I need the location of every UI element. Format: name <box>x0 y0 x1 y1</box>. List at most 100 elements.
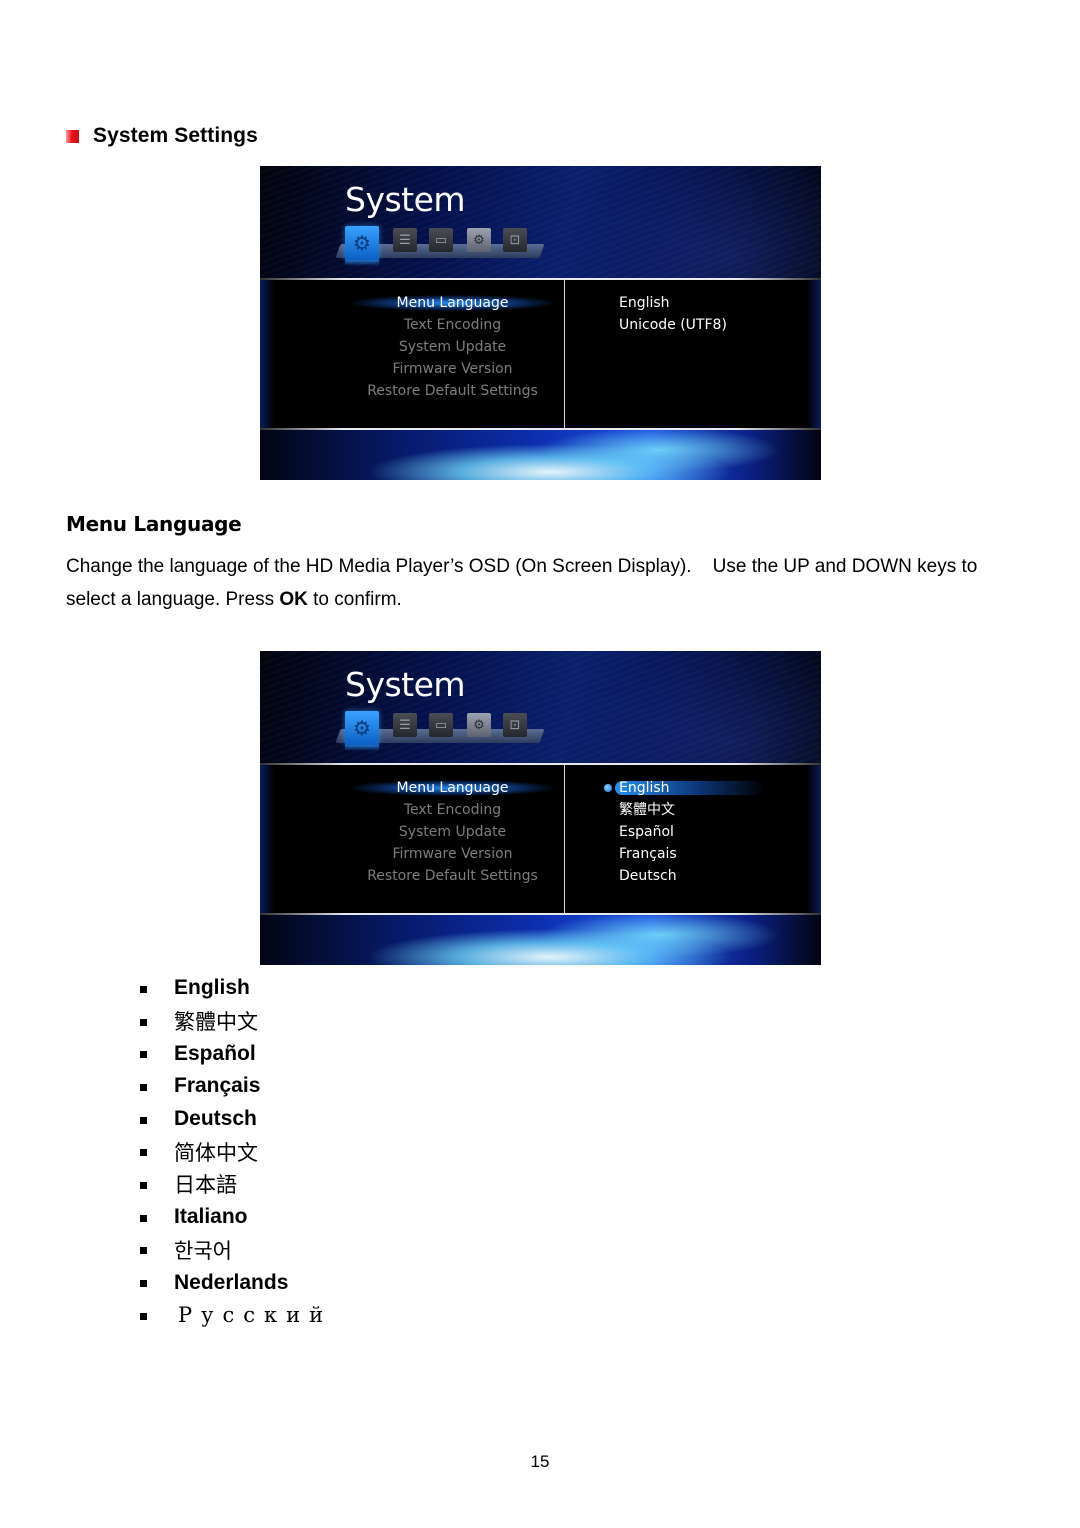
language-name: Nederlands <box>174 1270 289 1294</box>
menu-item-system-update[interactable]: System Update <box>320 336 585 358</box>
section-title: System Settings <box>93 124 258 147</box>
osd-screenshot-language-select: System ⚙ ☰ ▭ ⚙ ⊡ Menu Language Text Enco… <box>260 651 821 965</box>
edge-glow <box>807 765 821 913</box>
menu-item-label: Text Encoding <box>403 802 502 818</box>
osd-screenshot-system-settings: System ⚙ ☰ ▭ ⚙ ⊡ Menu Language Text Enco… <box>260 166 821 480</box>
list-item: Español <box>140 1037 332 1070</box>
tab-tv-icon[interactable]: ▭ <box>429 713 453 737</box>
list-item: Italiano <box>140 1201 332 1234</box>
value-menu-language: English <box>619 292 727 314</box>
menu-item-text-encoding[interactable]: Text Encoding <box>320 799 585 821</box>
language-name: Deutsch <box>174 1107 257 1131</box>
square-bullet-icon <box>140 1247 147 1255</box>
list-item: English <box>140 972 332 1005</box>
square-bullet-icon <box>140 1051 147 1059</box>
radio-selected-icon <box>604 784 612 792</box>
menu-item-menu-language[interactable]: Menu Language <box>320 292 585 314</box>
divider <box>260 278 821 280</box>
language-options: English 繁體中文 Español Français Deutsch <box>604 777 765 887</box>
square-bullet-icon <box>140 1149 147 1157</box>
value-text-encoding: Unicode (UTF8) <box>619 314 727 336</box>
language-option[interactable]: Español <box>619 821 677 843</box>
tab-settings-gear-icon[interactable]: ⚙ <box>467 713 491 737</box>
square-bullet-icon <box>140 1018 147 1026</box>
list-item: Русский <box>140 1299 332 1332</box>
tab-settings-gear-icon[interactable]: ⚙ <box>467 228 491 252</box>
menu-item-firmware-version[interactable]: Firmware Version <box>320 358 585 380</box>
edge-glow <box>807 280 821 428</box>
tab-system-gear-icon[interactable]: ⚙ <box>345 226 379 260</box>
settings-menu: Menu Language Text Encoding System Updat… <box>320 292 585 402</box>
language-name: 한국어 <box>174 1238 232 1263</box>
menu-item-label: Firmware Version <box>392 846 513 862</box>
menu-item-label: Text Encoding <box>403 317 502 333</box>
osd-title: System <box>345 665 466 704</box>
menu-item-restore-defaults[interactable]: Restore Default Settings <box>320 380 585 402</box>
tab-adjust-sliders-icon[interactable]: ☰ <box>393 228 417 252</box>
square-bullet-icon <box>140 1280 147 1288</box>
language-name: Русский <box>178 1303 333 1328</box>
settings-values: English Unicode (UTF8) <box>619 292 727 336</box>
page-number: 15 <box>530 1452 550 1471</box>
ok-key-label: OK <box>279 589 308 610</box>
menu-item-label: Menu Language <box>396 295 509 311</box>
language-name: Français <box>174 1074 261 1098</box>
menu-item-system-update[interactable]: System Update <box>320 821 585 843</box>
description-text: Change the language of the HD Media Play… <box>66 556 978 610</box>
language-option[interactable]: Français <box>619 843 677 865</box>
list-item: 한국어 <box>140 1234 332 1267</box>
list-item: 日本語 <box>140 1168 332 1201</box>
square-bullet-icon <box>140 1116 147 1124</box>
osd-footer-background <box>260 915 821 965</box>
list-item: Français <box>140 1070 332 1103</box>
language-option[interactable]: Deutsch <box>619 865 677 887</box>
menu-language-heading: Menu Language <box>66 512 242 536</box>
tab-network-icon[interactable]: ⊡ <box>503 228 527 252</box>
option-label: Français <box>619 846 677 862</box>
option-label: 繁體中文 <box>619 802 675 818</box>
square-bullet-icon <box>140 985 147 993</box>
square-bullet-icon <box>140 1083 147 1091</box>
menu-item-label: System Update <box>398 339 507 355</box>
option-label: Español <box>619 824 674 840</box>
menu-item-firmware-version[interactable]: Firmware Version <box>320 843 585 865</box>
list-item: Nederlands <box>140 1266 332 1299</box>
edge-glow <box>260 280 274 428</box>
menu-language-description: Change the language of the HD Media Play… <box>66 550 1026 616</box>
settings-menu: Menu Language Text Encoding System Updat… <box>320 777 585 887</box>
menu-item-menu-language[interactable]: Menu Language <box>320 777 585 799</box>
menu-item-restore-defaults[interactable]: Restore Default Settings <box>320 865 585 887</box>
tab-tv-icon[interactable]: ▭ <box>429 228 453 252</box>
tab-network-icon[interactable]: ⊡ <box>503 713 527 737</box>
square-bullet-icon <box>140 1214 147 1222</box>
menu-item-label: Firmware Version <box>392 361 513 377</box>
language-name: Italiano <box>174 1205 248 1229</box>
option-label: Deutsch <box>619 868 677 884</box>
list-item: 简体中文 <box>140 1135 332 1168</box>
language-name: 繁體中文 <box>174 1010 258 1035</box>
divider <box>260 763 821 765</box>
square-bullet-icon <box>140 1181 147 1189</box>
supported-languages-list: English 繁體中文 Español Français Deutsch 简体… <box>140 972 332 1332</box>
list-item: 繁體中文 <box>140 1005 332 1038</box>
tab-adjust-sliders-icon[interactable]: ☰ <box>393 713 417 737</box>
option-label: English <box>619 780 670 796</box>
edge-glow <box>260 765 274 913</box>
language-name: 简体中文 <box>174 1140 258 1165</box>
menu-item-label: Restore Default Settings <box>367 383 538 399</box>
osd-footer-background <box>260 430 821 480</box>
language-option[interactable]: English <box>604 777 765 799</box>
osd-title: System <box>345 180 466 219</box>
description-text: to confirm. <box>307 589 402 610</box>
section-heading: System Settings <box>66 122 258 150</box>
menu-item-label: Menu Language <box>396 780 509 796</box>
language-name: English <box>174 976 250 1000</box>
language-name: 日本語 <box>174 1173 237 1198</box>
menu-item-label: System Update <box>398 824 507 840</box>
language-option[interactable]: 繁體中文 <box>619 799 677 821</box>
menu-item-text-encoding[interactable]: Text Encoding <box>320 314 585 336</box>
tab-system-gear-icon[interactable]: ⚙ <box>345 711 379 745</box>
menu-item-label: Restore Default Settings <box>367 868 538 884</box>
language-name: Español <box>174 1041 256 1065</box>
list-item: Deutsch <box>140 1103 332 1136</box>
